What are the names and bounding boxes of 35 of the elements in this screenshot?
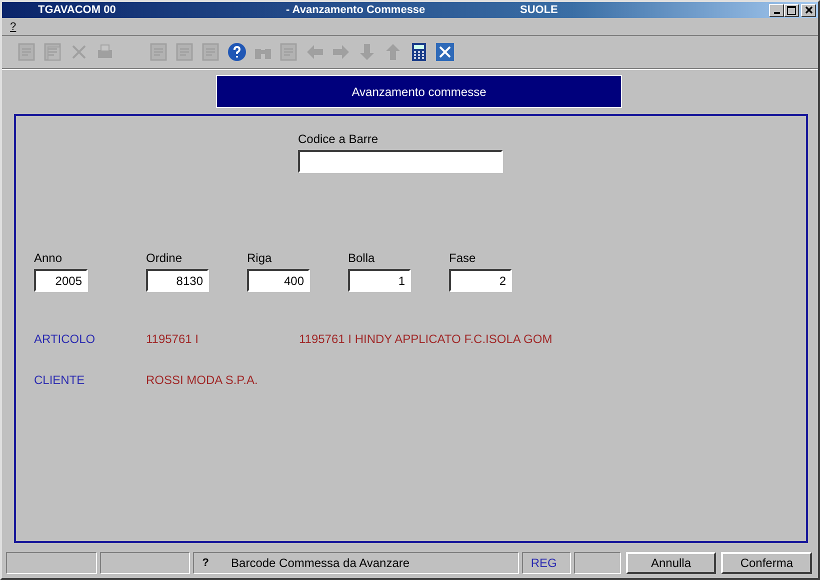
input-field[interactable]: 8130 [146, 269, 209, 292]
info-label: ARTICOLO [34, 332, 96, 346]
field-label: Ordine [146, 251, 184, 265]
mode-indicator: REG [522, 552, 571, 574]
maximize-button[interactable] [784, 4, 799, 16]
close-button[interactable] [801, 4, 816, 16]
confirm-button[interactable]: Conferma [721, 552, 812, 574]
close-icon[interactable] [434, 41, 456, 63]
status-panel [574, 552, 621, 574]
field-label: Riga [247, 251, 273, 265]
input-field[interactable]: 2 [449, 269, 512, 292]
field-label: Codice a Barre [298, 132, 380, 146]
info-description: 1195761 I HINDY APPLICATO F.C.ISOLA GOM [299, 332, 552, 346]
window-title: - Avanzamento Commesse [286, 4, 426, 16]
help-icon[interactable] [226, 41, 248, 63]
window-title: SUOLE [520, 4, 558, 16]
close-icon [804, 6, 812, 14]
input-field[interactable]: 2005 [34, 269, 88, 292]
form-header: Avanzamento commesse [216, 75, 622, 108]
status-message: Barcode Commessa da Avanzare [231, 556, 410, 570]
info-label: CLIENTE [34, 373, 86, 387]
input-field[interactable]: 1 [348, 269, 411, 292]
input-field[interactable]: 400 [247, 269, 310, 292]
window-title: TGAVACOM 00 [38, 4, 116, 16]
field-label: Anno [34, 251, 64, 265]
barcode-field[interactable] [298, 150, 503, 173]
info-value: ROSSI MODA S.P.A. [146, 373, 259, 387]
info-value: 1195761 I [146, 332, 200, 346]
maximize-icon [787, 6, 796, 14]
menu-item[interactable]: ? [10, 20, 16, 32]
field-label: Fase [449, 251, 477, 265]
field-label: Bolla [348, 251, 376, 265]
cancel-button[interactable]: Annulla [626, 552, 716, 574]
minimize-button[interactable] [769, 4, 784, 16]
help-mark: ? [202, 557, 210, 569]
